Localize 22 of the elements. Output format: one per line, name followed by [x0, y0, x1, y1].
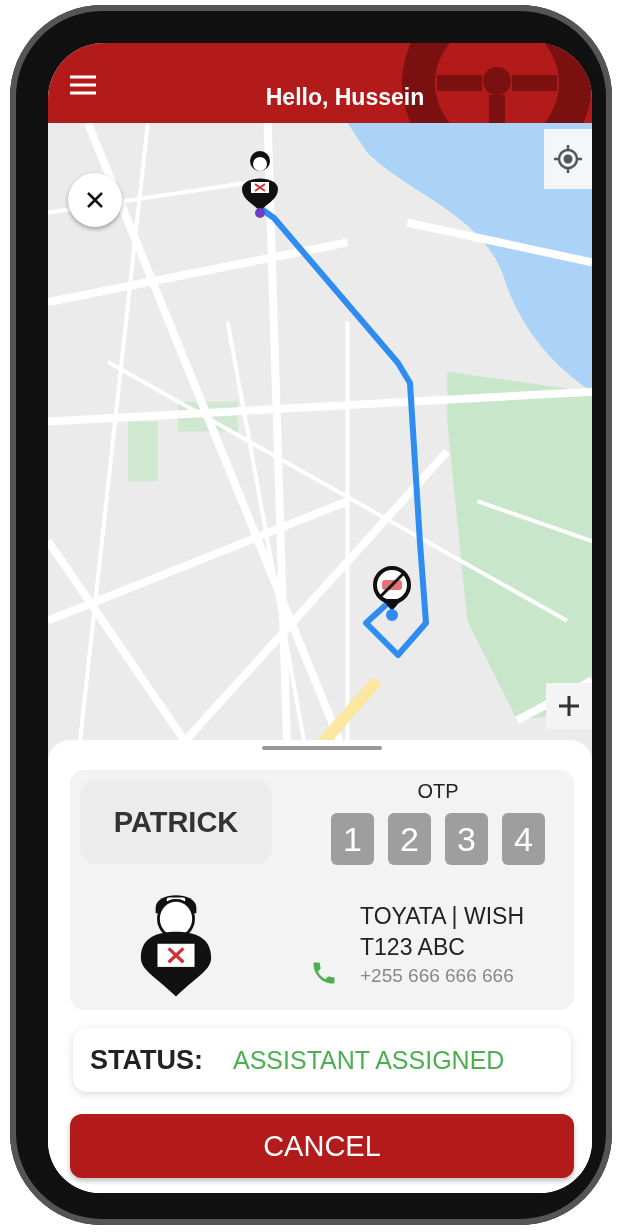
car-pin-icon — [372, 565, 412, 621]
otp-digit: 2 — [388, 813, 431, 865]
vehicle-model: TOYATA | WISH — [360, 902, 524, 931]
close-icon — [85, 190, 105, 210]
assistant-name: PATRICK — [80, 780, 272, 864]
otp-digit: 3 — [445, 813, 488, 865]
plus-icon — [557, 694, 581, 718]
locate-button[interactable] — [544, 129, 592, 189]
cancel-button[interactable]: CANCEL — [70, 1114, 574, 1178]
status-label: STATUS: — [90, 1044, 203, 1076]
drag-handle[interactable] — [262, 746, 382, 750]
mechanic-pin-icon — [240, 149, 280, 219]
zoom-in-button[interactable] — [546, 683, 592, 729]
otp-digit: 4 — [502, 813, 545, 865]
menu-icon[interactable] — [70, 75, 96, 95]
greeting-title: Hello, Hussein — [264, 84, 425, 111]
otp-digit: 1 — [331, 813, 374, 865]
crosshair-icon — [554, 145, 582, 173]
status-value: ASSISTANT ASSIGNED — [233, 1045, 505, 1075]
phone-number: +255 666 666 666 — [360, 964, 515, 988]
plate-number: T123 ABC — [360, 933, 466, 962]
otp-label: OTP — [417, 780, 459, 803]
